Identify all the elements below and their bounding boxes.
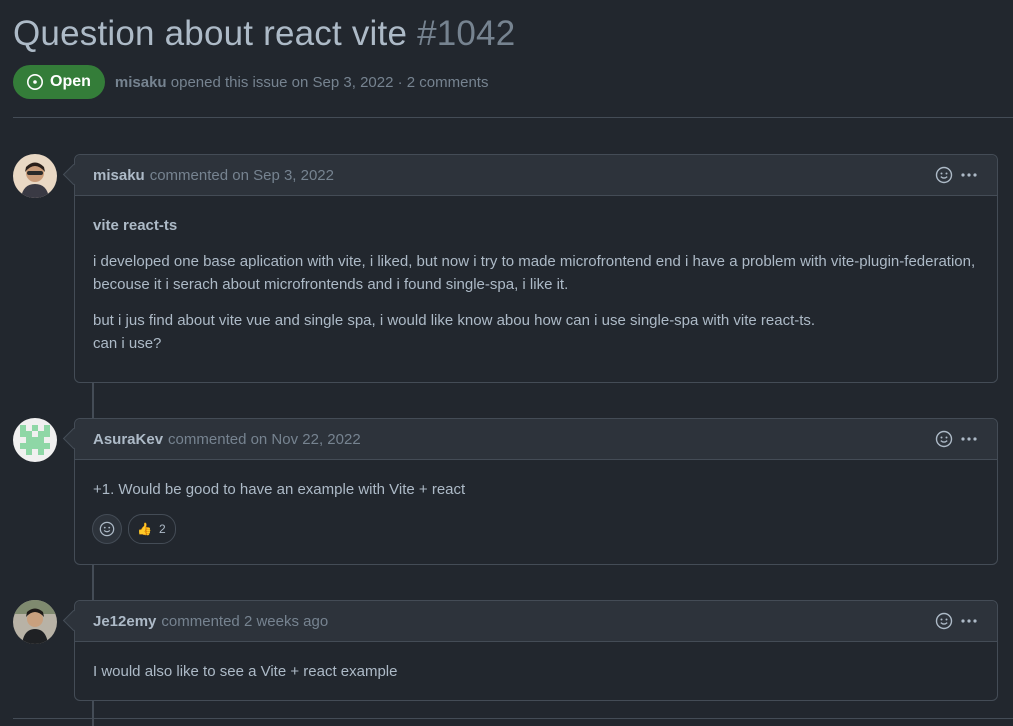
open-state-label: Open [50,73,91,90]
open-state-badge: Open [13,65,105,99]
comment-author-link[interactable]: AsuraKev [93,431,163,448]
comment-paragraph: I would also like to see a Vite + react … [93,663,398,680]
issue-opener-link[interactable]: misaku [115,74,167,91]
comment-actions [935,419,979,459]
bottom-divider [13,718,1013,719]
reactions-bar: 👍 2 [75,514,997,562]
issue-title: Question about react vite #1042 [13,14,515,54]
comment-card: Je12emy commented 2 weeks ago I would al… [74,600,998,701]
comment-body: +1. Would be good to have an example wit… [75,460,997,501]
issue-meta-text: misaku opened this issue on Sep 3, 2022 … [115,74,489,91]
comment-timestamp[interactable]: commented on Sep 3, 2022 [150,167,334,184]
more-options-kebab-icon[interactable] [959,612,979,630]
comment-body: vite react-ts i developed one base aplic… [75,196,997,355]
header-divider [13,117,1013,118]
comment-timestamp[interactable]: commented on Nov 22, 2022 [168,431,361,448]
issue-open-icon [27,74,43,90]
issue-number: #1042 [417,14,516,53]
avatar-photo-icon [13,600,57,644]
comment-paragraph: but i jus find about vite vue and single… [93,312,816,329]
comment-actions [935,601,979,641]
thumbs-up-icon: 👍 [137,522,152,536]
identicon-icon [13,418,57,462]
avatar-misaku[interactable] [13,154,57,198]
comment-card: AsuraKev commented on Nov 22, 2022 +1. W… [74,418,998,565]
more-options-kebab-icon[interactable] [959,166,979,184]
comment-paragraph: +1. Would be good to have an example wit… [93,481,466,498]
add-reaction-smiley-icon[interactable] [935,612,953,630]
issue-meta: Open misaku opened this issue on Sep 3, … [13,65,488,99]
comment-card: misaku commented on Sep 3, 2022 vite rea… [74,154,998,383]
add-reaction-smiley-icon[interactable] [935,430,953,448]
comment-paragraph: can i use? [93,335,162,352]
avatar-asurakev[interactable] [13,418,57,462]
smiley-icon [99,521,115,537]
comment-author-link[interactable]: Je12emy [93,613,156,630]
avatar-je12emy[interactable] [13,600,57,644]
comment-author-link[interactable]: misaku [93,167,145,184]
comment-header: AsuraKev commented on Nov 22, 2022 [75,419,997,460]
timeline-line [92,700,94,726]
comment-paragraph: vite react-ts [93,217,178,234]
more-options-kebab-icon[interactable] [959,430,979,448]
thumbs-up-reaction-button[interactable]: 👍 2 [128,514,176,544]
issue-opened-text: opened this issue on Sep 3, 2022 · 2 com… [170,73,489,91]
comment-body: I would also like to see a Vite + react … [75,642,997,683]
comment-header: misaku commented on Sep 3, 2022 [75,155,997,196]
issue-title-text: Question about react vite [13,14,408,53]
add-reaction-button[interactable] [92,514,122,544]
avatar-photo-icon [13,154,57,198]
timeline-line [92,382,94,419]
comment-header: Je12emy commented 2 weeks ago [75,601,997,642]
add-reaction-smiley-icon[interactable] [935,166,953,184]
comment-actions [935,155,979,195]
reaction-count: 2 [158,522,166,536]
timeline-line [92,564,94,601]
comment-timestamp[interactable]: commented 2 weeks ago [161,613,328,630]
comment-paragraph: i developed one base aplication with vit… [93,253,976,293]
